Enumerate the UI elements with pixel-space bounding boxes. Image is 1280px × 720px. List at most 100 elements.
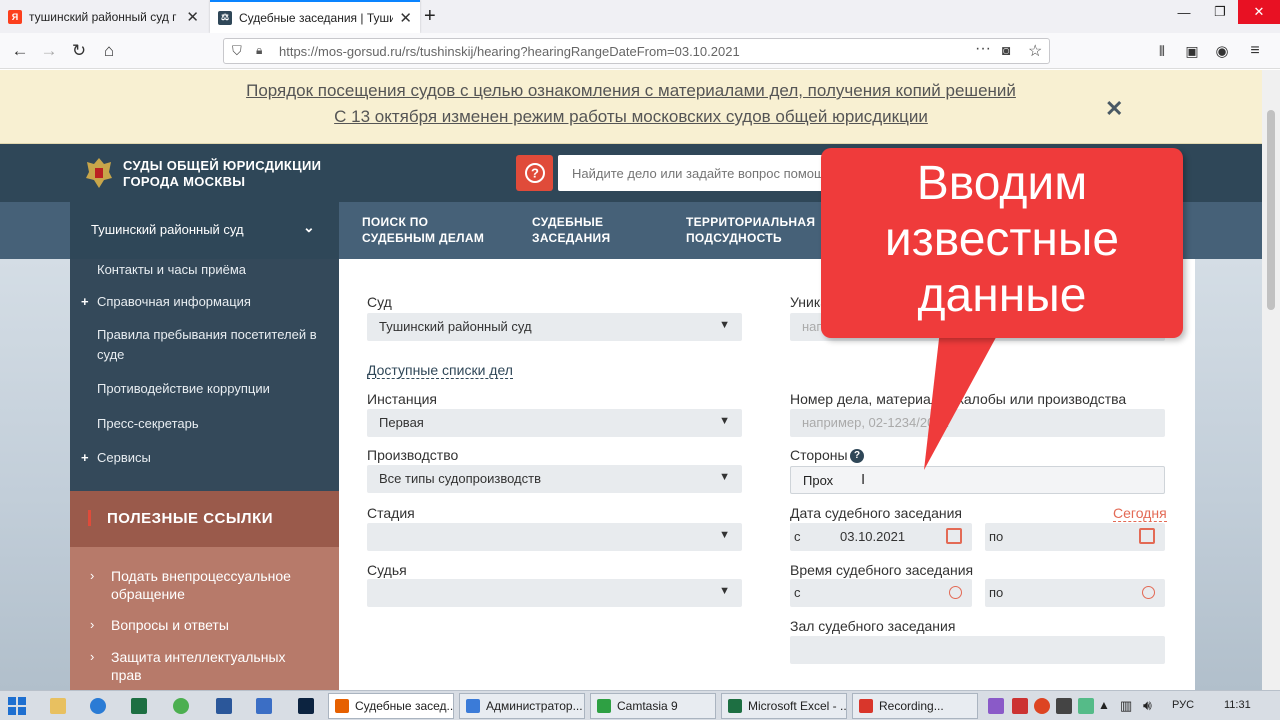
sidebar-item-anticorruption[interactable]: Противодействие коррупции <box>97 379 270 399</box>
court-select[interactable]: Тушинский районный суд ▼ <box>367 313 742 341</box>
nav-item-jurisdiction[interactable]: ТЕРРИТОРИАЛЬНАЯ ПОДСУДНОСТЬ <box>686 214 815 246</box>
explorer-icon[interactable] <box>50 698 66 714</box>
account-icon[interactable]: ◉ <box>1210 39 1234 63</box>
hearing-time-label: Время судебного заседания <box>790 562 974 578</box>
reload-icon[interactable]: ↻ <box>67 39 91 63</box>
sidebar-item-reference[interactable]: Справочная информация <box>97 292 251 312</box>
excel-icon[interactable] <box>131 698 147 714</box>
help-icon[interactable]: ? <box>850 449 864 463</box>
callout-pointer <box>924 330 1000 470</box>
computer-icon[interactable] <box>256 698 272 714</box>
tray-red-icon[interactable] <box>1034 698 1050 714</box>
nav-item-case-search[interactable]: ПОИСК ПО СУДЕБНЫМ ДЕЛАМ <box>362 214 484 246</box>
page-scrollbar[interactable] <box>1262 70 1280 690</box>
calendar-icon[interactable] <box>946 528 962 544</box>
address-bar[interactable]: ⛉ 🔒︎ https://mos-gorsud.ru/rs/tushinskij… <box>223 38 1050 64</box>
pen-icon[interactable] <box>988 698 1004 714</box>
home-icon[interactable]: ⌂ <box>97 39 121 63</box>
close-tab-icon[interactable]: ✕ <box>399 9 412 27</box>
useful-link-appeal[interactable]: Подать внепроцессуальное обращение <box>111 567 311 603</box>
bookmark-star-icon[interactable]: ☆ <box>1028 41 1042 61</box>
network-icon[interactable]: ▥ <box>1120 698 1132 714</box>
nav-label: ПОДСУДНОСТЬ <box>686 231 782 245</box>
site-search-input[interactable] <box>558 155 828 191</box>
taskbar-button-admin[interactable]: Администратор... <box>459 693 585 719</box>
tray-chevron-icon[interactable]: ▲ <box>1098 698 1110 712</box>
clock-icon[interactable] <box>949 586 962 599</box>
taskbar-button-label: Судебные засед... <box>355 699 454 713</box>
menu-icon[interactable]: ≡ <box>1243 39 1267 63</box>
more-icon[interactable]: ··· <box>975 40 991 58</box>
notice-link-visit-order[interactable]: Порядок посещения судов с целью ознакомл… <box>0 81 1262 101</box>
back-icon[interactable]: ← <box>8 39 32 63</box>
sidebar-item-press[interactable]: Пресс-секретарь <box>97 414 199 434</box>
taskbar-button-camtasia[interactable]: Camtasia 9 <box>590 693 716 719</box>
forward-icon[interactable]: → <box>37 39 61 63</box>
useful-links-title: ПОЛЕЗНЫЕ ССЫЛКИ <box>107 510 274 527</box>
volume-icon[interactable]: 🔊︎ <box>1143 697 1152 714</box>
expand-plus-icon[interactable]: + <box>81 294 89 309</box>
logo-line-2: ГОРОДА МОСКВЫ <box>123 174 246 189</box>
photoshop-icon[interactable] <box>298 698 314 714</box>
taskbar-button-recording[interactable]: Recording... <box>852 693 978 719</box>
chevron-down-icon: ▼ <box>719 529 730 541</box>
close-window-icon[interactable]: ✕ <box>1238 0 1280 24</box>
taskbar-button-browser[interactable]: Судебные засед... <box>328 693 454 719</box>
calendar-icon[interactable] <box>1139 528 1155 544</box>
sidebar-item-contacts[interactable]: Контакты и часы приёма <box>97 260 246 280</box>
close-tab-icon[interactable]: ✕ <box>186 8 199 26</box>
start-icon[interactable] <box>8 697 26 715</box>
callout-line: Вводим <box>916 157 1088 210</box>
expand-plus-icon[interactable]: + <box>81 450 89 465</box>
site-logo-text[interactable]: СУДЫ ОБЩЕЙ ЮРИСДИКЦИИ ГОРОДА МОСКВЫ <box>123 158 321 190</box>
instance-select[interactable]: Первая ▼ <box>367 409 742 437</box>
pocket-icon[interactable]: ◙ <box>1002 42 1010 58</box>
hall-input[interactable] <box>790 636 1165 664</box>
chevron-down-icon: ▼ <box>719 319 730 331</box>
ie-icon[interactable] <box>90 698 106 714</box>
annotation-callout: Вводим известные данные <box>821 148 1183 338</box>
tray-dark-icon[interactable] <box>1056 698 1072 714</box>
new-tab-button[interactable]: + <box>424 0 448 33</box>
chrome-icon[interactable] <box>173 698 189 714</box>
library-icon[interactable]: ⫴ <box>1150 39 1174 63</box>
excel-icon <box>728 699 742 713</box>
proceeding-select[interactable]: Все типы судопроизводств ▼ <box>367 465 742 493</box>
logo-line-1: СУДЫ ОБЩЕЙ ЮРИСДИКЦИИ <box>123 158 322 173</box>
clock-text[interactable]: 11:31 <box>1224 699 1251 711</box>
useful-link-faq[interactable]: Вопросы и ответы <box>111 616 229 634</box>
time-from-input[interactable]: с <box>790 579 972 607</box>
date-to-input[interactable]: по <box>985 523 1165 551</box>
scrollbar-thumb[interactable] <box>1267 110 1275 310</box>
stage-select[interactable]: ▼ <box>367 523 742 551</box>
url-text: https://mos-gorsud.ru/rs/tushinskij/hear… <box>279 44 740 59</box>
nav-item-hearings[interactable]: СУДЕБНЫЕ ЗАСЕДАНИЯ <box>532 214 610 246</box>
useful-link-ip[interactable]: Защита интеллектуальных прав <box>111 648 311 684</box>
tray-green-icon[interactable] <box>1078 698 1094 714</box>
date-from-input[interactable]: с 03.10.2021 <box>790 523 972 551</box>
hearing-date-label: Дата судебного заседания <box>790 505 963 521</box>
judge-select[interactable]: ▼ <box>367 579 742 607</box>
coat-of-arms-icon <box>84 156 114 190</box>
close-icon[interactable]: ✕ <box>1105 96 1123 122</box>
today-link[interactable]: Сегодня <box>1113 505 1167 522</box>
available-lists-link[interactable]: Доступные списки дел <box>367 362 513 379</box>
notice-link-schedule[interactable]: С 13 октября изменен режим работы москов… <box>0 107 1262 127</box>
time-to-input[interactable]: по <box>985 579 1165 607</box>
lock-icon[interactable]: 🔒︎ <box>256 43 262 58</box>
help-button[interactable]: ? <box>516 155 553 191</box>
restore-icon[interactable]: ❐ <box>1202 0 1238 24</box>
word-icon[interactable] <box>216 698 232 714</box>
sidebar-item-rules[interactable]: Правила пребывания посетителей в суде <box>97 325 317 365</box>
shield-icon[interactable]: ⛉ <box>232 43 242 59</box>
court-selector[interactable]: Тушинский районный суд ⌄ <box>70 202 339 259</box>
tray-app-icon[interactable] <box>1012 698 1028 714</box>
language-indicator[interactable]: РУС <box>1172 699 1194 711</box>
clock-icon[interactable] <box>1142 586 1155 599</box>
sidebar-icon[interactable]: ▣ <box>1180 39 1204 63</box>
taskbar-button-excel[interactable]: Microsoft Excel - ... <box>721 693 847 719</box>
minimize-icon[interactable]: — <box>1166 0 1202 24</box>
browser-tab-hearings[interactable]: ⚖ Судебные заседания | Тушинс ✕ <box>210 0 420 33</box>
browser-tab-search[interactable]: Я тушинский районный суд г м ✕ <box>0 0 207 33</box>
sidebar-item-services[interactable]: Сервисы <box>97 448 151 468</box>
